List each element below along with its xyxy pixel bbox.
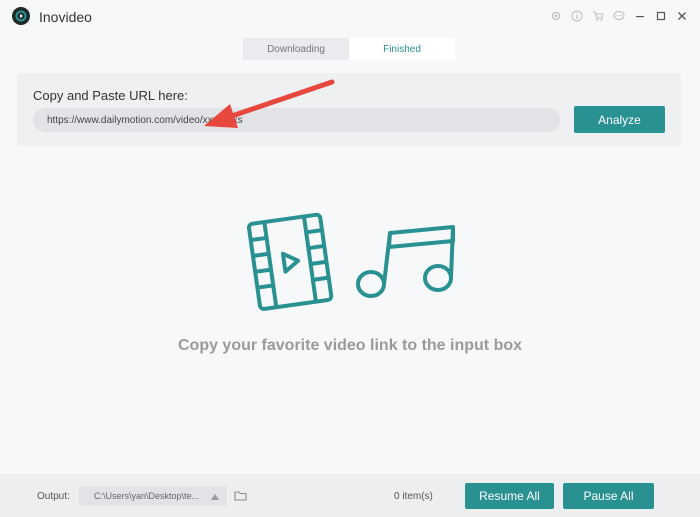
minimize-icon[interactable] (631, 7, 648, 24)
analyze-button[interactable]: Analyze (574, 106, 665, 133)
info-icon[interactable] (568, 7, 585, 24)
output-path-select[interactable]: C:\Users\yan\Desktop\te... (79, 486, 227, 506)
close-icon[interactable] (673, 7, 690, 24)
app-title: Inovideo (39, 9, 92, 25)
caret-up-icon (211, 492, 219, 502)
bottom-bar: Output: C:\Users\yan\Desktop\te... 0 ite… (0, 474, 700, 517)
feedback-icon[interactable] (610, 7, 627, 24)
output-path-text: C:\Users\yan\Desktop\te... (94, 491, 200, 501)
resume-all-button[interactable]: Resume All (465, 483, 554, 509)
url-panel: Copy and Paste URL here: Analyze (17, 73, 681, 146)
items-count: 0 item(s) (394, 491, 433, 502)
annotation-arrow (204, 79, 335, 128)
pause-all-button[interactable]: Pause All (563, 483, 654, 509)
cart-icon[interactable] (589, 7, 606, 24)
app-logo-icon (12, 7, 30, 25)
tab-downloading[interactable]: Downloading (243, 38, 349, 60)
video-music-illustration-icon (247, 212, 455, 311)
empty-state-message: Copy your favorite video link to the inp… (177, 337, 523, 354)
tab-finished[interactable]: Finished (349, 38, 455, 60)
title-bar: Inovideo (0, 0, 700, 32)
folder-icon[interactable] (234, 488, 247, 506)
tab-bar: Downloading Finished (243, 38, 455, 60)
maximize-icon[interactable] (652, 7, 669, 24)
settings-icon[interactable] (547, 7, 564, 24)
output-label: Output: (37, 491, 70, 502)
url-label: Copy and Paste URL here: (33, 88, 188, 103)
